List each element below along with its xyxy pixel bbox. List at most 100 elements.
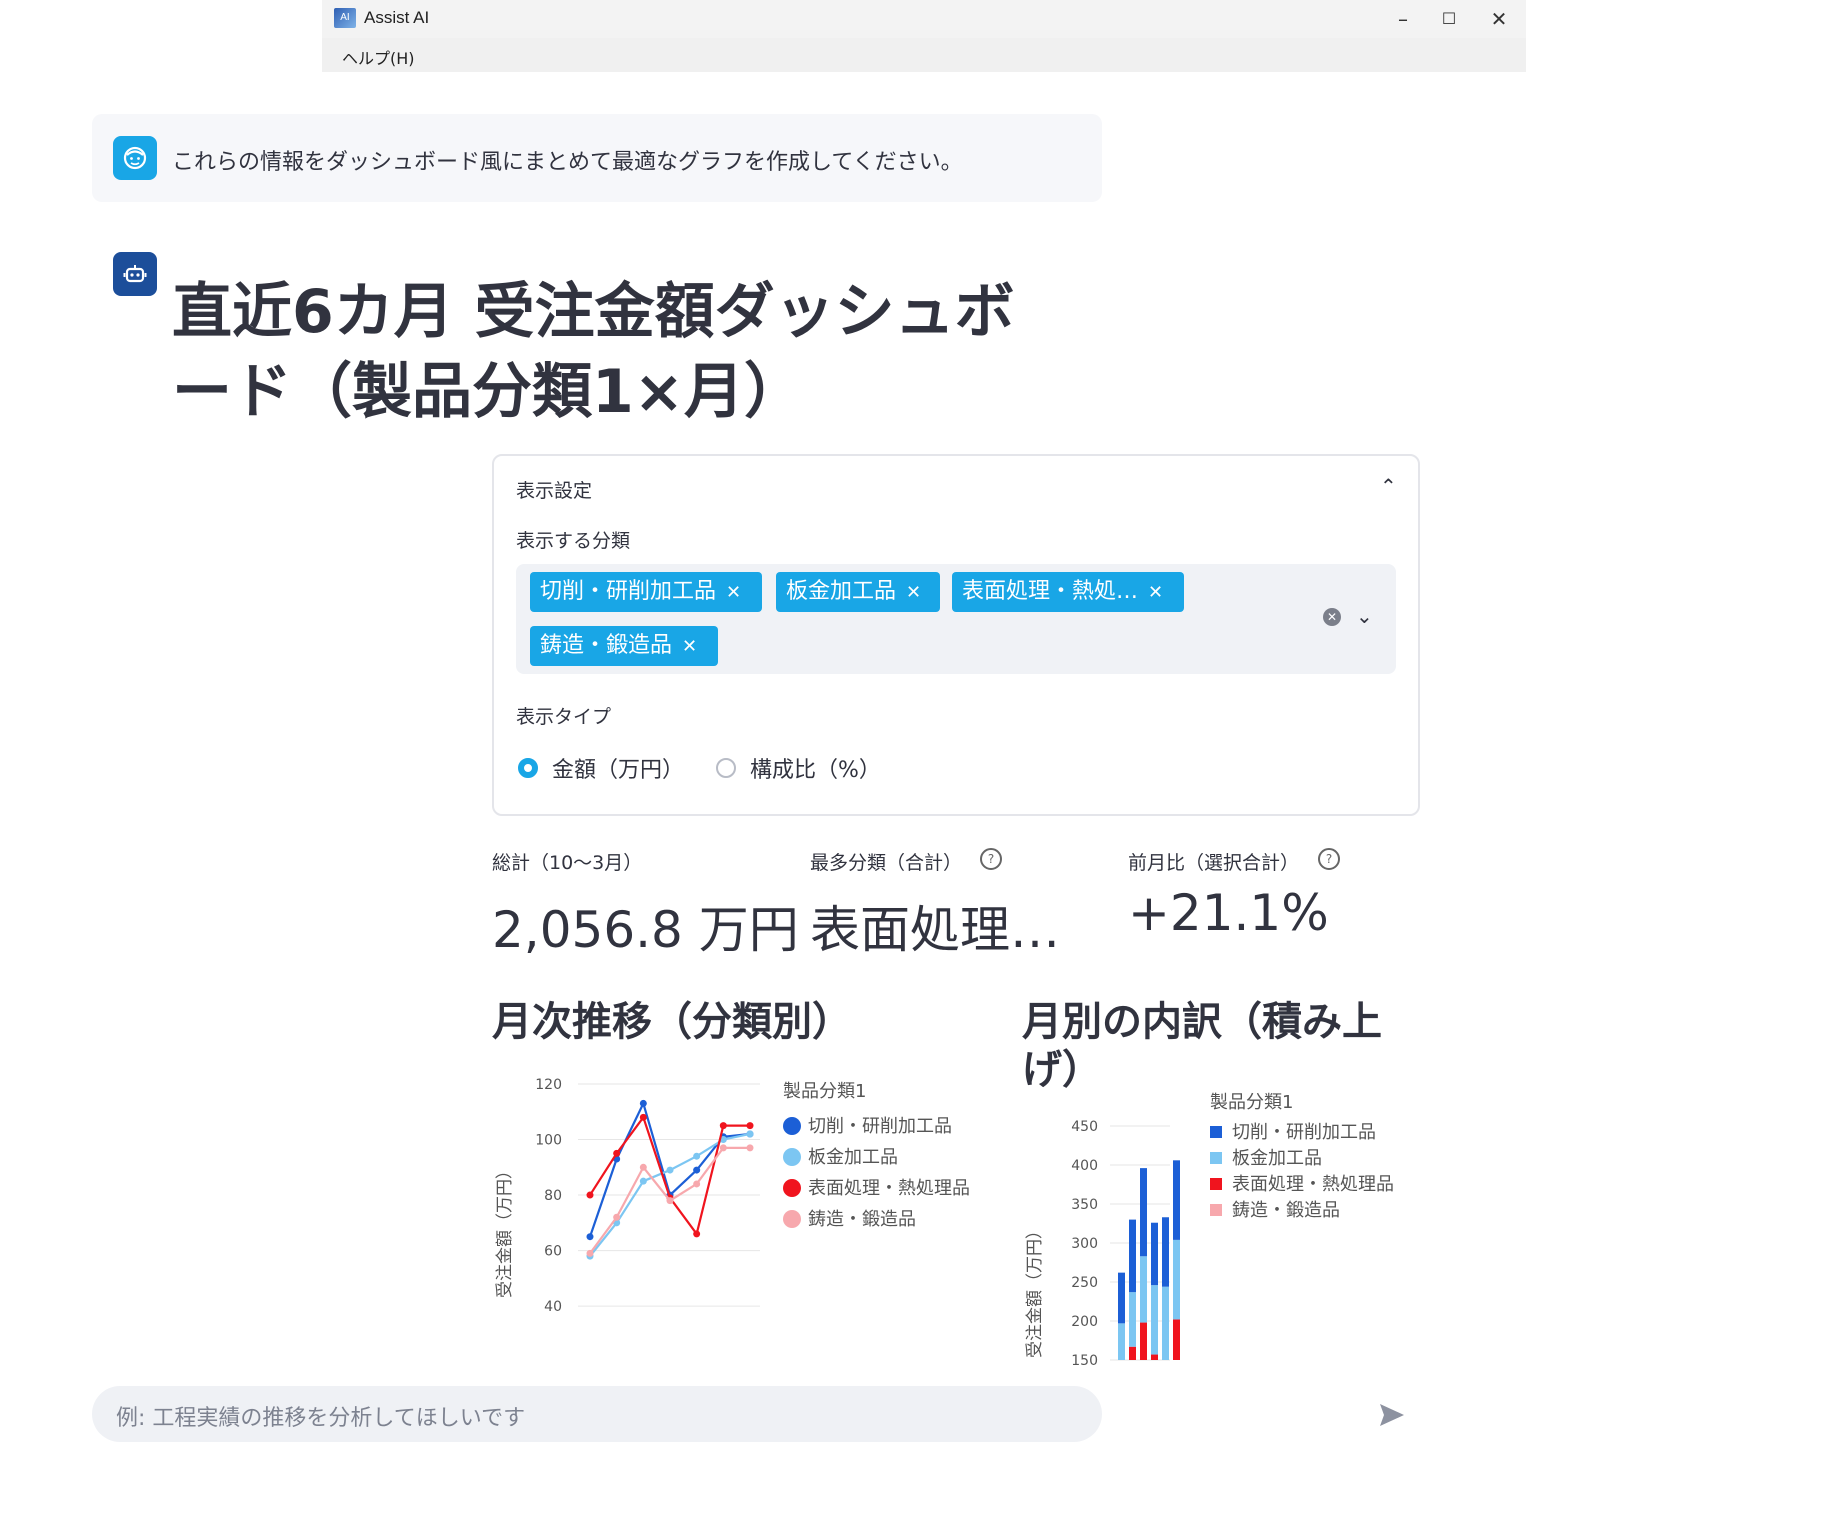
- legend-marker: [783, 1210, 801, 1228]
- metric-mom-value: +21.1%: [1128, 884, 1329, 942]
- bar-segment: [1173, 1160, 1180, 1240]
- data-point: [746, 1130, 754, 1138]
- data-point: [639, 1099, 647, 1107]
- data-point: [693, 1230, 701, 1238]
- data-point: [719, 1122, 727, 1130]
- remove-chip-icon[interactable]: ✕: [906, 582, 921, 603]
- y-tick-label: 400: [1071, 1158, 1098, 1174]
- y-tick-label: 100: [535, 1133, 562, 1149]
- y-tick-label: 250: [1071, 1275, 1098, 1291]
- title-bar: AI Assist AI – ☐ ✕: [322, 0, 1526, 38]
- chat-input-placeholder: 例: 工程実績の推移を分析してほしいです: [116, 1406, 526, 1431]
- assistant-avatar-icon: [113, 252, 157, 296]
- bar-segment: [1151, 1222, 1158, 1286]
- metric-total-label: 総計（10〜3月）: [492, 852, 643, 874]
- legend-marker: [1210, 1204, 1222, 1216]
- legend-label: 切削・研削加工品: [1232, 1122, 1376, 1143]
- data-point: [693, 1152, 701, 1160]
- y-tick-label: 60: [544, 1244, 562, 1260]
- metric-mom-label: 前月比（選択合計）: [1128, 852, 1300, 874]
- close-icon[interactable]: ✕: [1476, 2, 1522, 36]
- menu-help[interactable]: ヘルプ(H): [342, 45, 415, 69]
- stacked-bar-chart: 150 200 250 300 350 400 450 受注金額（万円） 製品分類1 切削・研削加…: [1025, 1092, 1394, 1370]
- legend-title: 製品分類1: [783, 1081, 866, 1102]
- bar-segment: [1140, 1168, 1147, 1257]
- data-point: [693, 1166, 701, 1174]
- chip-label: 板金加工品: [786, 579, 897, 604]
- legend-label: 切削・研削加工品: [808, 1116, 952, 1137]
- y-axis-label: 受注金額（万円）: [495, 1162, 515, 1298]
- minimize-icon[interactable]: –: [1380, 2, 1426, 36]
- chip-label: 鋳造・鍛造品: [540, 633, 673, 658]
- radio-amount-label[interactable]: 金額（万円）: [552, 752, 684, 784]
- y-tick-label: 150: [1071, 1353, 1098, 1369]
- app-logo-icon: AI: [334, 8, 356, 28]
- data-point: [639, 1177, 647, 1185]
- legend-label: 表面処理・熱処理品: [1232, 1174, 1394, 1195]
- y-tick-label: 40: [544, 1299, 562, 1315]
- legend-label: 板金加工品: [1232, 1148, 1322, 1169]
- legend-label: 表面処理・熱処理品: [808, 1178, 970, 1199]
- help-icon[interactable]: ?: [1318, 848, 1340, 870]
- expander-label[interactable]: 表示設定: [516, 476, 592, 503]
- remove-chip-icon[interactable]: ✕: [682, 636, 697, 657]
- bar-segment: [1162, 1286, 1169, 1360]
- send-icon[interactable]: [1377, 1400, 1407, 1430]
- data-point: [666, 1166, 674, 1174]
- data-point: [613, 1149, 621, 1157]
- bar-segment: [1173, 1239, 1180, 1320]
- line-chart: 40 60 80 100 120 受注金額（万円） 製品分類1 切削・研削加工品板金加工品表面…: [495, 1077, 970, 1315]
- bar-segment: [1129, 1346, 1136, 1360]
- y-tick-label: 80: [544, 1188, 562, 1204]
- help-icon[interactable]: ?: [980, 848, 1002, 870]
- bar-segment: [1162, 1217, 1169, 1287]
- menu-bar: ヘルプ(H): [322, 38, 1526, 72]
- metric-top-value: 表面処理…: [810, 901, 1060, 959]
- bar-segment: [1118, 1323, 1125, 1360]
- legend-label: 鋳造・鍛造品: [808, 1209, 916, 1230]
- chip-casting: 鋳造・鍛造品 ✕: [530, 626, 718, 666]
- bar-segment: [1129, 1292, 1136, 1347]
- bar-segment: [1118, 1369, 1125, 1370]
- radio-ratio-label[interactable]: 構成比（%）: [750, 752, 881, 784]
- legend-marker: [1210, 1178, 1222, 1190]
- app-title: Assist AI: [364, 8, 430, 27]
- data-point: [746, 1144, 754, 1152]
- metric-total-value: 2,056.8 万円: [492, 901, 799, 959]
- user-message-text: これらの情報をダッシュボード風にまとめて最適なグラフを作成してください。: [172, 150, 963, 175]
- y-tick-label: 350: [1071, 1197, 1098, 1213]
- legend-marker: [783, 1179, 801, 1197]
- data-point: [719, 1144, 727, 1152]
- bar-segment: [1173, 1319, 1180, 1360]
- radio-ratio[interactable]: [716, 758, 736, 778]
- user-avatar-icon: [113, 136, 157, 180]
- data-point: [613, 1213, 621, 1221]
- clear-all-icon[interactable]: ✕: [1323, 608, 1341, 626]
- chip-label: 表面処理・熱処…: [962, 579, 1139, 604]
- remove-chip-icon[interactable]: ✕: [1148, 582, 1163, 603]
- legend-marker: [1210, 1152, 1222, 1164]
- y-tick-label: 450: [1071, 1119, 1098, 1135]
- display-type-label: 表示タイプ: [516, 706, 612, 728]
- remove-chip-icon[interactable]: ✕: [726, 582, 741, 603]
- chevron-down-icon[interactable]: ⌄: [1356, 604, 1373, 628]
- bar-segment: [1129, 1219, 1136, 1293]
- data-point: [639, 1113, 647, 1121]
- dashboard-title: 直近6カ月 受注金額ダッシュボード（製品分類1×月）: [172, 277, 1015, 427]
- chevron-up-icon[interactable]: ⌃: [1380, 474, 1397, 498]
- data-point: [586, 1249, 594, 1257]
- y-tick-label: 120: [535, 1077, 562, 1093]
- bar-segment: [1151, 1354, 1158, 1360]
- data-point: [693, 1180, 701, 1188]
- chip-surface: 表面処理・熱処… ✕: [952, 572, 1184, 612]
- data-point: [639, 1163, 647, 1171]
- maximize-icon[interactable]: ☐: [1426, 2, 1472, 36]
- line-chart-title: 月次推移（分類別）: [492, 999, 852, 1045]
- chip-cutting: 切削・研削加工品 ✕: [530, 572, 762, 612]
- radio-amount[interactable]: [518, 758, 538, 778]
- classification-label: 表示する分類: [516, 530, 631, 552]
- data-point: [746, 1122, 754, 1130]
- y-tick-label: 300: [1071, 1236, 1098, 1252]
- metric-top-label: 最多分類（合計）: [810, 852, 963, 874]
- legend-label: 鋳造・鍛造品: [1232, 1200, 1340, 1221]
